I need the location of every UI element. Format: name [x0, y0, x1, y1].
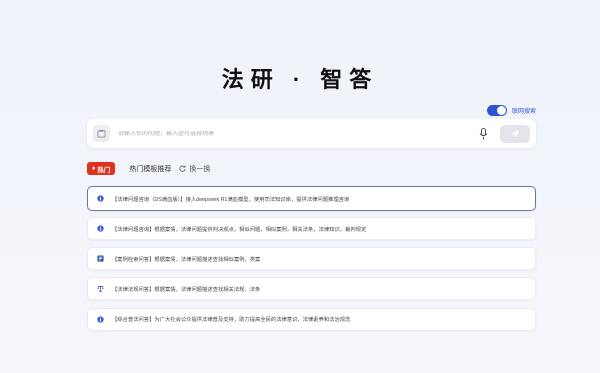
document-icon — [97, 255, 104, 262]
refresh-button[interactable]: 换一换 — [179, 164, 210, 174]
page-title: 法研 · 智答 — [221, 67, 379, 92]
template-card[interactable]: 【综合普法问答】为广大社会公众提供法律普及支持，助力提高全民的法律意识，法律素养… — [87, 307, 536, 331]
fire-icon: ♦ — [92, 165, 96, 172]
scales-icon — [97, 285, 104, 292]
template-list: 【法律问题咨询（DS满血版）】接入deepseek R1满血模型，使用司法知识库… — [87, 186, 536, 338]
templates-heading: 热门模板推荐 — [129, 165, 172, 173]
template-card[interactable]: 【法律问题咨询】根据案情，法律问题提供判决观点，相似问题，相似案例，相关法条，法… — [87, 217, 536, 240]
template-text: 【案例检索问答】根据案情，法律问题描述查找相似案例、类案 — [112, 256, 261, 263]
info-circle-icon — [97, 315, 104, 323]
template-text: 【法律法规问答】根据案情，法律问题描述查找相关法规、法条 — [112, 286, 261, 293]
send-icon — [511, 129, 519, 138]
search-input[interactable] — [118, 130, 476, 137]
template-tabs: ♦ 热门 热门模板推荐 换一换 — [87, 162, 210, 175]
info-circle-icon — [97, 225, 104, 232]
refresh-label: 换一换 — [189, 165, 211, 173]
microphone-icon — [479, 127, 487, 139]
template-card[interactable]: 【法律法规问答】根据案情，法律问题描述查找相关法规、法条 — [87, 277, 536, 301]
web-search-toggle[interactable] — [486, 105, 507, 116]
tab-hot[interactable]: ♦ 热门 — [87, 162, 116, 175]
tab-hot-label: 热门 — [97, 166, 111, 174]
refresh-icon — [179, 165, 186, 172]
voice-input-button[interactable] — [476, 127, 490, 141]
info-circle-icon — [97, 195, 104, 202]
search-box — [87, 119, 536, 148]
web-search-toggle-row[interactable]: 联网搜索 — [486, 105, 536, 116]
template-card[interactable]: 【法律问题咨询（DS满血版）】接入deepseek R1满血模型，使用司法知识库… — [87, 186, 536, 211]
template-text: 【法律问题咨询（DS满血版）】接入deepseek R1满血模型，使用司法知识库… — [112, 196, 350, 203]
attach-button[interactable] — [93, 125, 110, 142]
template-card[interactable]: 【案例检索问答】根据案情，法律问题描述查找相似案例、类案 — [87, 247, 536, 271]
template-text: 【综合普法问答】为广大社会公众提供法律普及支持，助力提高全民的法律意识，法律素养… — [112, 317, 351, 324]
attachment-icon — [97, 129, 106, 138]
web-search-label: 联网搜索 — [511, 109, 536, 115]
send-button[interactable] — [500, 124, 530, 143]
template-text: 【法律问题咨询】根据案情，法律问题提供判决观点，相似问题，相似案例，相关法条，法… — [112, 226, 367, 233]
